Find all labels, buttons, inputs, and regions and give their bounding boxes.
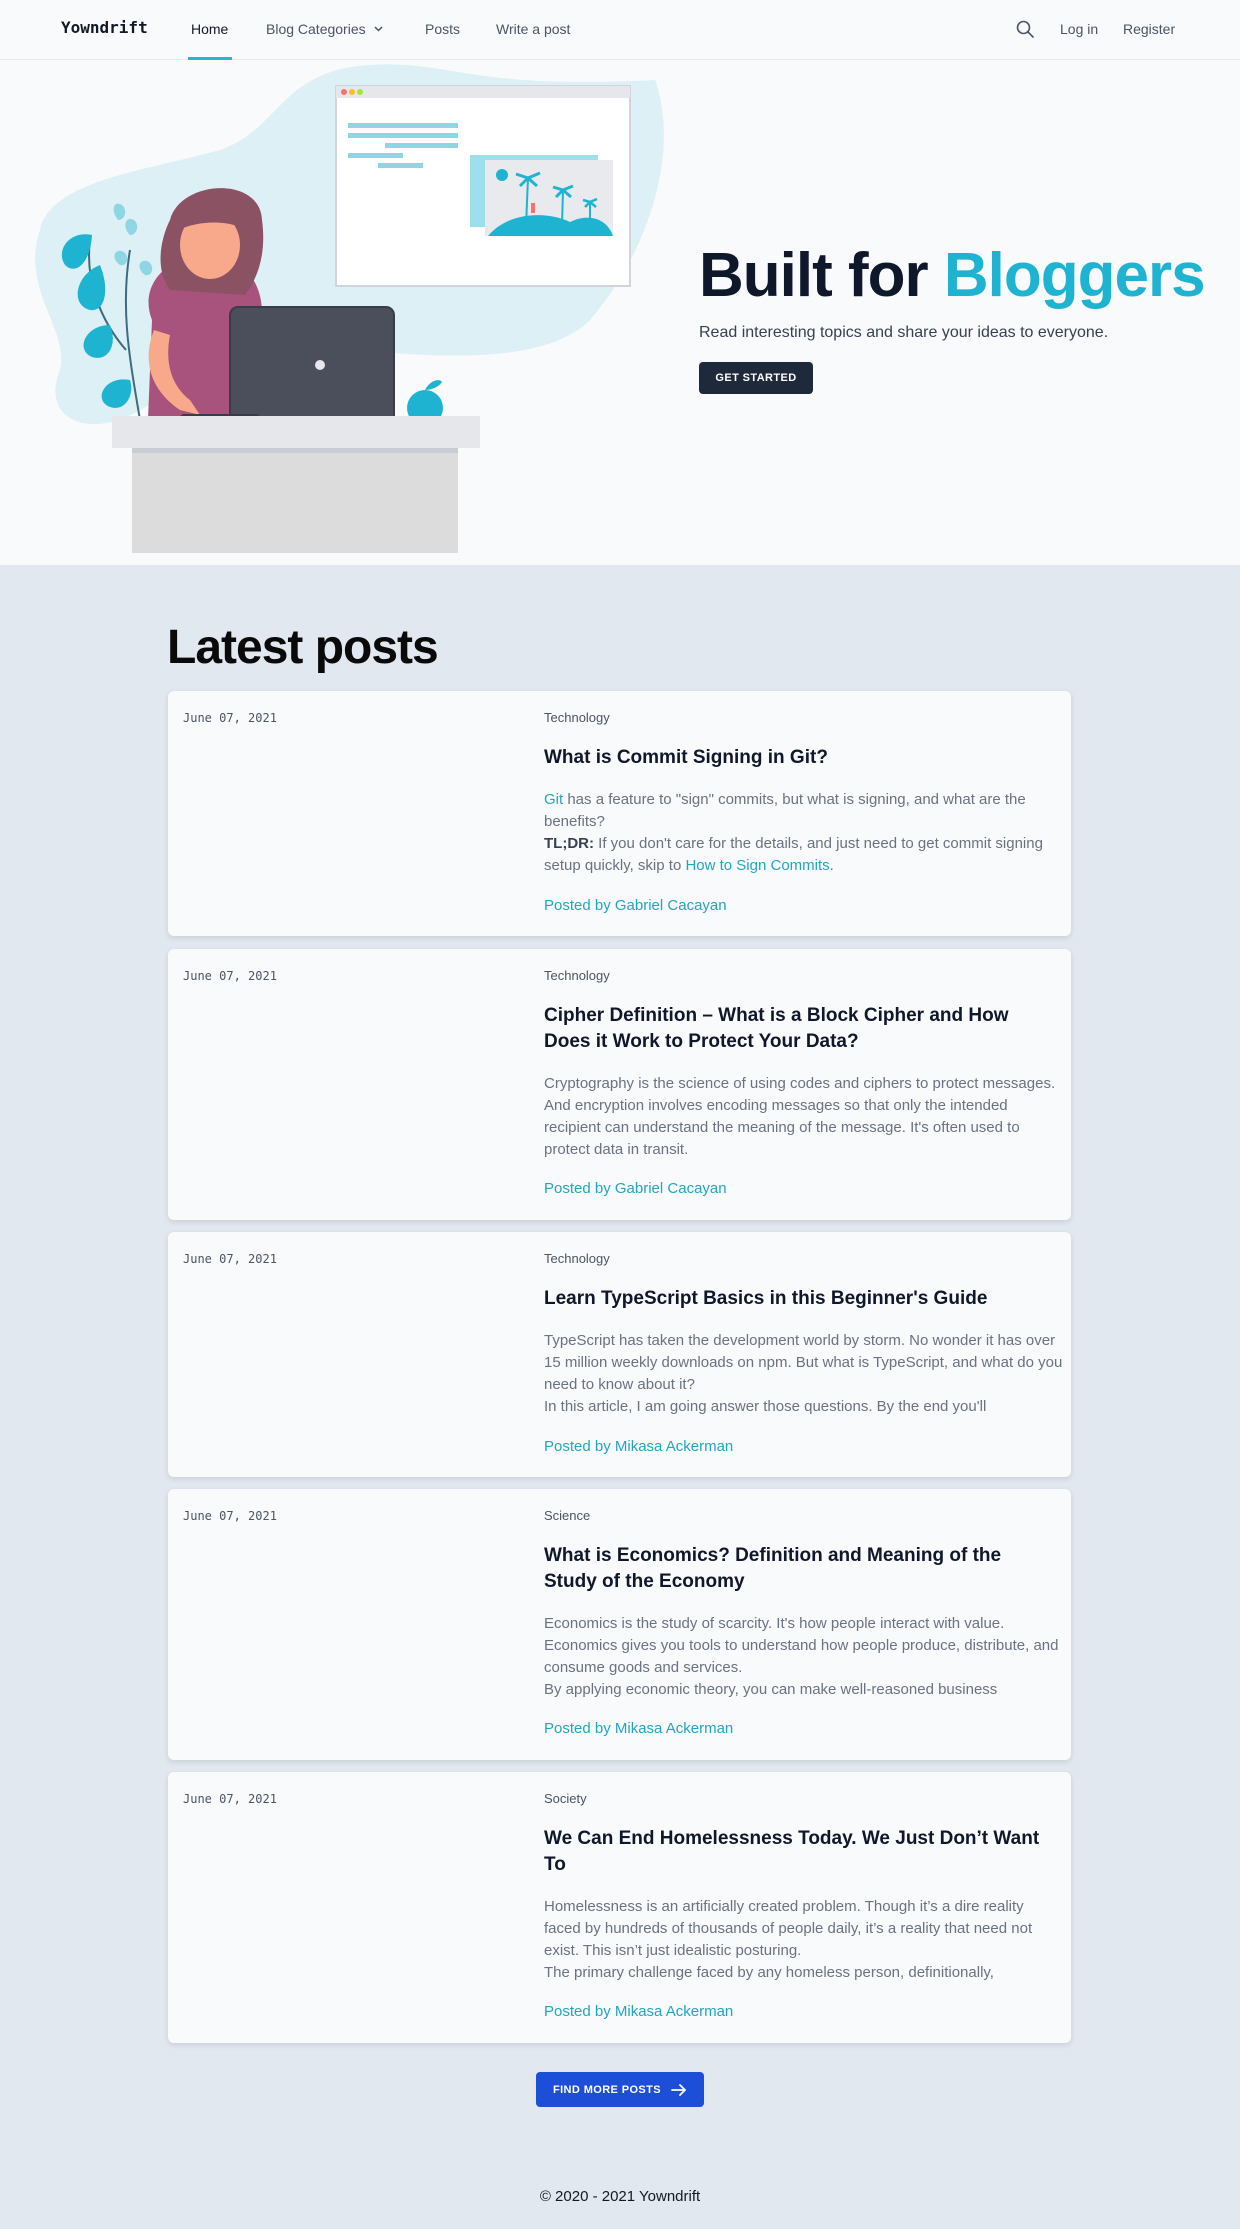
post-excerpt-text-2: The primary challenge faced by any homel…	[544, 1964, 994, 1981]
post-date: June 07, 2021	[183, 1509, 277, 1523]
hero-title-main: Built for	[699, 241, 944, 310]
post-author[interactable]: Posted by Mikasa Ackerman	[544, 2003, 733, 2020]
hero-section: Built for Bloggers Read interesting topi…	[0, 60, 1240, 565]
post-category[interactable]: Technology	[544, 1251, 610, 1266]
top-navbar: Yowndrift Home Blog Categories Posts Wri…	[0, 0, 1240, 60]
post-card[interactable]: June 07, 2021 Science What is Economics?…	[168, 1489, 1071, 1760]
post-title[interactable]: Cipher Definition – What is a Block Ciph…	[544, 1003, 1059, 1055]
post-author[interactable]: Posted by Gabriel Cacayan	[544, 897, 727, 914]
brand-logo[interactable]: Yowndrift	[61, 18, 148, 37]
post-title[interactable]: What is Commit Signing in Git?	[544, 745, 1059, 771]
git-link[interactable]: Git	[544, 791, 563, 808]
hero-subtitle: Read interesting topics and share your i…	[699, 324, 1109, 341]
find-more-posts-button[interactable]: FIND MORE POSTS	[536, 2072, 704, 2107]
post-author[interactable]: Posted by Mikasa Ackerman	[544, 1720, 733, 1737]
hero-title-accent: Bloggers	[943, 241, 1206, 310]
post-card[interactable]: June 07, 2021 Technology Cipher Definiti…	[168, 949, 1071, 1220]
post-title[interactable]: We Can End Homelessness Today. We Just D…	[544, 1826, 1059, 1878]
nav-posts[interactable]: Posts	[425, 21, 460, 37]
post-excerpt-text-2: In this article, I am going answer those…	[544, 1398, 987, 1415]
post-excerpt: Economics is the study of scarcity. It's…	[544, 1613, 1064, 1701]
register-link[interactable]: Register	[1123, 21, 1175, 37]
post-excerpt: Homelessness is an artificially created …	[544, 1896, 1064, 1984]
post-date: June 07, 2021	[183, 711, 277, 725]
get-started-button[interactable]: GET STARTED	[699, 362, 813, 394]
post-author[interactable]: Posted by Gabriel Cacayan	[544, 1180, 727, 1197]
post-excerpt-text: Economics is the study of scarcity. It's…	[544, 1615, 1059, 1676]
post-card[interactable]: June 07, 2021 Technology What is Commit …	[168, 691, 1071, 936]
hero-title: Built for Bloggers	[699, 240, 1206, 311]
post-category[interactable]: Technology	[544, 710, 610, 725]
blogger-illustration	[35, 64, 664, 553]
post-excerpt-text: TypeScript has taken the development wor…	[544, 1332, 1063, 1393]
search-icon[interactable]	[1015, 19, 1035, 39]
find-more-posts-label: FIND MORE POSTS	[552, 2083, 662, 2096]
post-category[interactable]: Society	[544, 1791, 587, 1806]
arrow-right-icon	[671, 2083, 686, 2096]
post-date: June 07, 2021	[183, 1792, 277, 1806]
tldr-label: TL;DR:	[544, 835, 594, 852]
nav-home[interactable]: Home	[191, 21, 228, 37]
post-category[interactable]: Technology	[544, 968, 610, 983]
post-excerpt: Cryptography is the science of using cod…	[544, 1075, 1056, 1158]
post-title[interactable]: Learn TypeScript Basics in this Beginner…	[544, 1286, 1059, 1312]
post-date: June 07, 2021	[183, 969, 277, 983]
sign-commits-link[interactable]: How to Sign Commits	[685, 857, 829, 874]
chevron-down-icon	[374, 26, 383, 32]
post-excerpt-end: .	[829, 857, 834, 874]
post-excerpt-text: Homelessness is an artificially created …	[544, 1898, 1033, 1959]
post-excerpt-text-2: By applying economic theory, you can mak…	[544, 1681, 998, 1698]
post-excerpt: Git has a feature to "sign" commits, but…	[544, 789, 1064, 877]
post-excerpt: TypeScript has taken the development wor…	[544, 1330, 1064, 1418]
latest-posts-title: Latest posts	[167, 621, 439, 674]
post-title[interactable]: What is Economics? Definition and Meanin…	[544, 1543, 1059, 1595]
post-category[interactable]: Science	[544, 1508, 590, 1523]
nav-blog-categories-label: Blog Categories	[266, 21, 366, 37]
nav-blog-categories[interactable]: Blog Categories	[266, 21, 383, 37]
post-excerpt-text: has a feature to "sign" commits, but wha…	[544, 791, 1026, 830]
footer-copyright: © 2020 - 2021 Yowndrift	[539, 2188, 701, 2205]
post-card[interactable]: June 07, 2021 Society We Can End Homeles…	[168, 1772, 1071, 2043]
post-card[interactable]: June 07, 2021 Technology Learn TypeScrip…	[168, 1232, 1071, 1477]
post-date: June 07, 2021	[183, 1252, 277, 1266]
nav-write-post[interactable]: Write a post	[496, 21, 570, 37]
post-author[interactable]: Posted by Mikasa Ackerman	[544, 1438, 733, 1455]
login-link[interactable]: Log in	[1060, 21, 1098, 37]
